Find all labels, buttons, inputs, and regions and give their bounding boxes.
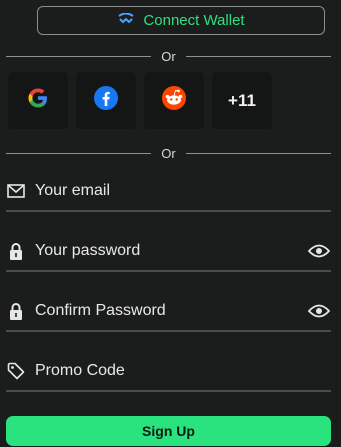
divider-text: Or (161, 145, 176, 161)
reddit-login-button[interactable] (144, 72, 204, 129)
wallet-connect-icon (117, 12, 135, 29)
confirm-password-field[interactable]: Confirm Password (6, 292, 331, 332)
divider-line (185, 55, 332, 57)
envelope-icon (6, 181, 26, 201)
divider-line (6, 152, 152, 154)
or-divider: Or (6, 145, 332, 161)
reddit-icon (161, 85, 187, 116)
confirm-password-placeholder: Confirm Password (35, 302, 166, 319)
password-field[interactable]: Your password (6, 232, 331, 272)
google-icon (26, 86, 50, 115)
or-divider: Or (6, 48, 332, 64)
tag-icon (6, 361, 26, 381)
email-placeholder: Your email (35, 182, 111, 199)
sign-up-button[interactable]: Sign Up (6, 416, 331, 446)
more-providers-button[interactable]: +11 (212, 72, 272, 129)
divider-line (6, 55, 152, 57)
facebook-icon (93, 85, 119, 116)
social-login-row: +11 (8, 72, 272, 129)
divider-line (185, 152, 332, 154)
google-login-button[interactable] (8, 72, 68, 129)
more-providers-count: +11 (228, 90, 256, 110)
promo-code-placeholder: Promo Code (35, 362, 125, 379)
connect-wallet-label: Connect Wallet (143, 12, 245, 29)
lock-icon (6, 301, 26, 321)
connect-wallet-button[interactable]: Connect Wallet (37, 6, 325, 35)
eye-icon[interactable] (307, 241, 331, 261)
lock-icon (6, 241, 26, 261)
divider-text: Or (161, 48, 176, 64)
email-field[interactable]: Your email (6, 172, 331, 212)
promo-code-field[interactable]: Promo Code (6, 352, 331, 392)
facebook-login-button[interactable] (76, 72, 136, 129)
password-placeholder: Your password (35, 242, 141, 259)
eye-icon[interactable] (307, 301, 331, 321)
